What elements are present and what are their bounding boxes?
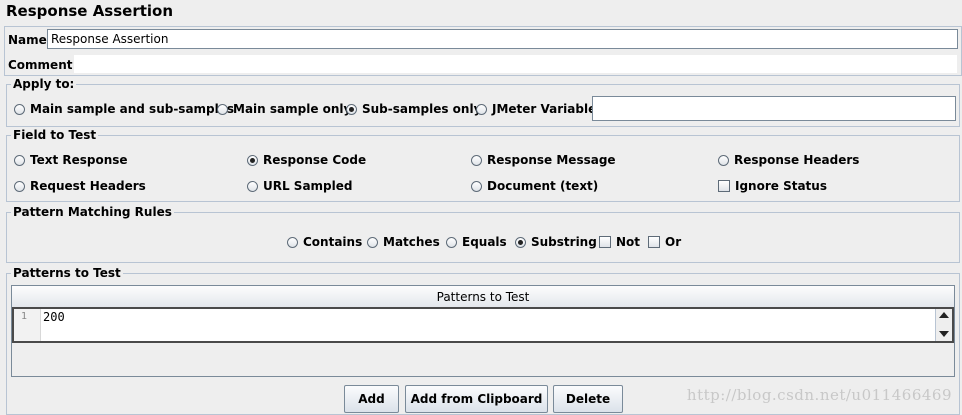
rule-or-checkbox[interactable]: Or bbox=[648, 235, 681, 249]
apply-main-only-radio[interactable]: Main sample only bbox=[217, 102, 351, 116]
add-button[interactable]: Add bbox=[344, 385, 399, 413]
radio-icon bbox=[14, 154, 25, 166]
field-response-headers-radio[interactable]: Response Headers bbox=[718, 153, 859, 167]
option-label: Text Response bbox=[30, 153, 128, 167]
apply-to-legend: Apply to: bbox=[13, 77, 75, 91]
radio-icon bbox=[247, 180, 258, 192]
radio-icon bbox=[287, 236, 298, 248]
scroll-down-icon[interactable] bbox=[939, 331, 949, 337]
row-scrollbar[interactable] bbox=[935, 309, 952, 341]
option-label: Not bbox=[616, 235, 641, 249]
radio-icon bbox=[471, 154, 482, 166]
option-label: Substring bbox=[531, 235, 597, 249]
pattern-rules-group: Pattern Matching Rules bbox=[6, 205, 960, 263]
option-label: Sub-samples only bbox=[362, 102, 482, 116]
rule-substring-radio[interactable]: Substring bbox=[515, 235, 597, 249]
field-url-sampled-radio[interactable]: URL Sampled bbox=[247, 179, 352, 193]
option-label: Response Code bbox=[263, 153, 367, 167]
apply-sub-only-radio[interactable]: Sub-samples only bbox=[346, 102, 481, 116]
pattern-rules-legend: Pattern Matching Rules bbox=[13, 205, 172, 219]
option-label: Main sample only bbox=[233, 102, 352, 116]
option-label: Main sample and sub-samples bbox=[30, 102, 235, 116]
radio-icon bbox=[476, 103, 487, 115]
radio-icon bbox=[471, 180, 482, 192]
checkbox-icon bbox=[648, 236, 660, 248]
jmeter-variable-input[interactable] bbox=[592, 96, 956, 121]
ignore-status-checkbox[interactable]: Ignore Status bbox=[718, 179, 827, 193]
watermark-text: http://blog.csdn.net/u011466469 bbox=[686, 386, 952, 404]
radio-icon bbox=[14, 103, 25, 115]
name-field[interactable] bbox=[47, 29, 958, 49]
option-label: Document (text) bbox=[487, 179, 599, 193]
scroll-up-icon[interactable] bbox=[939, 312, 949, 318]
radio-icon bbox=[14, 180, 25, 192]
checkbox-icon bbox=[718, 180, 730, 192]
line-gutter: 1 bbox=[14, 309, 41, 341]
column-header-label: Patterns to Test bbox=[436, 289, 530, 304]
radio-icon bbox=[217, 103, 228, 115]
radio-icon bbox=[446, 236, 457, 248]
option-label: Ignore Status bbox=[735, 179, 827, 193]
apply-jmeter-variable-radio[interactable]: JMeter Variable bbox=[476, 102, 596, 116]
add-from-clipboard-button[interactable]: Add from Clipboard bbox=[405, 385, 548, 413]
option-label: Response Message bbox=[487, 153, 616, 167]
page-title: Response Assertion bbox=[6, 2, 174, 20]
radio-icon bbox=[367, 236, 378, 248]
option-label: Matches bbox=[383, 235, 440, 249]
apply-main-and-sub-radio[interactable]: Main sample and sub-samples bbox=[14, 102, 234, 116]
radio-selected-icon bbox=[346, 103, 357, 115]
rule-contains-radio[interactable]: Contains bbox=[287, 235, 362, 249]
radio-selected-icon bbox=[247, 154, 258, 166]
option-label: Contains bbox=[303, 235, 363, 249]
option-label: Response Headers bbox=[734, 153, 860, 167]
field-document-text-radio[interactable]: Document (text) bbox=[471, 179, 598, 193]
delete-button[interactable]: Delete bbox=[553, 385, 623, 413]
table-row[interactable]: 1 200 bbox=[12, 307, 954, 343]
patterns-legend: Patterns to Test bbox=[13, 266, 121, 280]
field-response-code-radio[interactable]: Response Code bbox=[247, 153, 366, 167]
name-label: Name: bbox=[8, 33, 52, 47]
checkbox-icon bbox=[599, 236, 611, 248]
field-response-message-radio[interactable]: Response Message bbox=[471, 153, 616, 167]
field-text-response-radio[interactable]: Text Response bbox=[14, 153, 128, 167]
patterns-table: Patterns to Test 1 200 bbox=[11, 285, 955, 377]
rule-matches-radio[interactable]: Matches bbox=[367, 235, 440, 249]
radio-selected-icon bbox=[515, 236, 526, 248]
option-label: Request Headers bbox=[30, 179, 146, 193]
field-to-test-legend: Field to Test bbox=[13, 128, 97, 142]
option-label: Equals bbox=[462, 235, 507, 249]
option-label: URL Sampled bbox=[263, 179, 353, 193]
option-label: Or bbox=[665, 235, 682, 249]
patterns-column-header[interactable]: Patterns to Test bbox=[12, 286, 954, 308]
radio-icon bbox=[718, 154, 729, 166]
rule-equals-radio[interactable]: Equals bbox=[446, 235, 507, 249]
option-label: JMeter Variable bbox=[492, 102, 597, 116]
comments-field[interactable] bbox=[73, 54, 958, 74]
pattern-value[interactable]: 200 bbox=[43, 310, 65, 324]
line-number: 1 bbox=[21, 311, 28, 322]
field-request-headers-radio[interactable]: Request Headers bbox=[14, 179, 146, 193]
rule-not-checkbox[interactable]: Not bbox=[599, 235, 640, 249]
